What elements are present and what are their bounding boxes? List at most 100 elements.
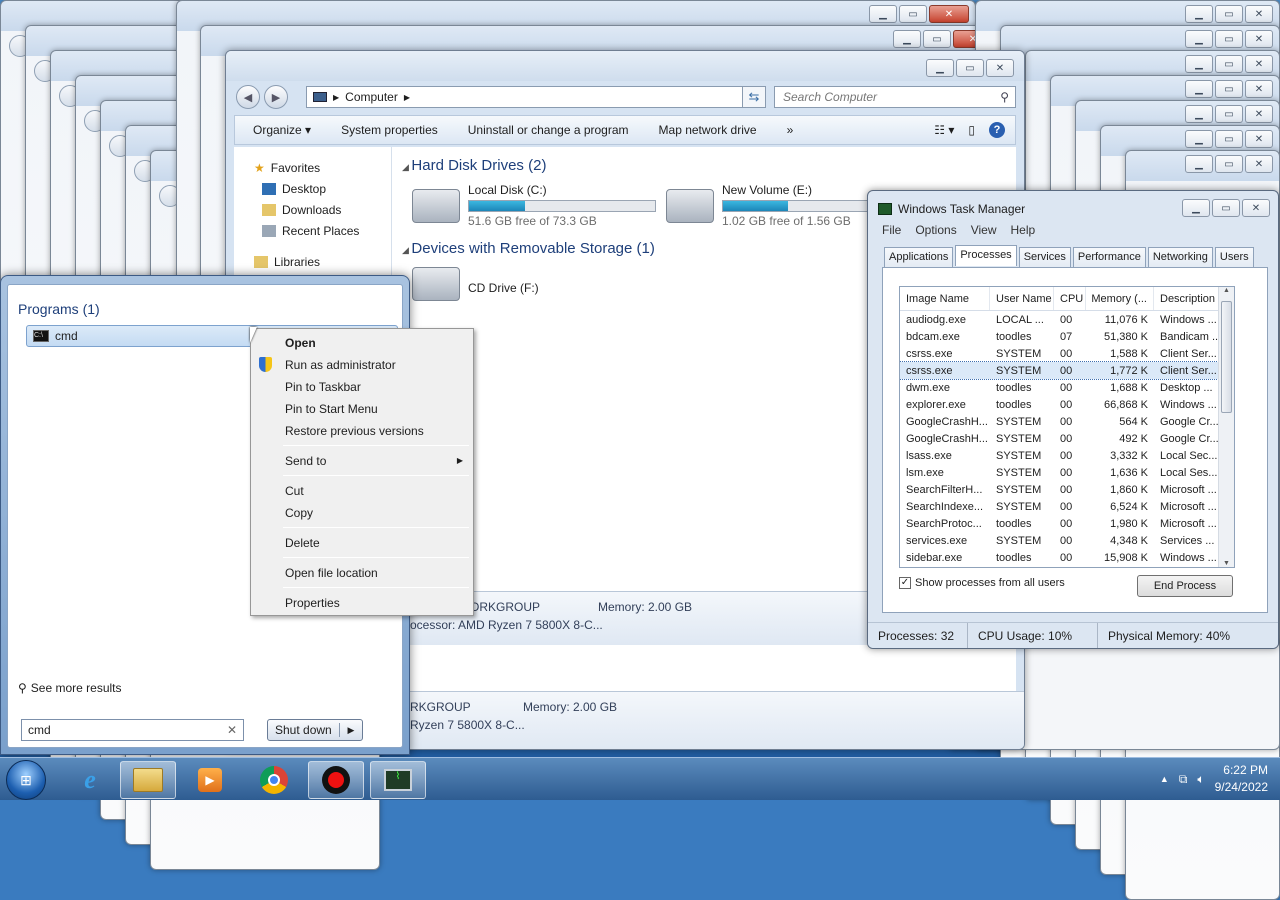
minimize-button[interactable]: ▁	[926, 59, 954, 77]
menu-item-delete[interactable]: Delete	[285, 534, 320, 552]
see-more-results-link[interactable]: ⚲ See more results	[18, 681, 122, 695]
menu-item-pin-start[interactable]: Pin to Start Menu	[285, 400, 378, 418]
menu-item-send-to[interactable]: Send to	[285, 452, 465, 470]
drive-local-disk-c[interactable]: Local Disk (C:) 51.6 GB free of 73.3 GB	[412, 183, 656, 228]
process-row[interactable]: SearchIndexe... SYSTEM 00 6,524 K Microsoft …	[900, 498, 1234, 515]
process-list-scrollbar[interactable]: ▲ ▼	[1218, 287, 1234, 567]
process-row[interactable]: csrss.exe SYSTEM 00 1,588 K Client Ser...	[900, 345, 1234, 362]
address-text[interactable]: Computer	[345, 90, 398, 104]
process-row[interactable]: dwm.exe toodles 00 1,688 K Desktop ...	[900, 379, 1234, 396]
process-list[interactable]: Image Name User Name CPU Memory (... Des…	[899, 286, 1235, 568]
tab-users[interactable]: Users	[1214, 247, 1254, 268]
menu-item-properties[interactable]: Properties	[285, 594, 340, 612]
process-row[interactable]: sidebar.exe toodles 00 15,908 K Windows ...	[900, 549, 1234, 566]
task-manager-window[interactable]: Windows Task Manager ▁ ▭ ✕ File Options …	[867, 190, 1279, 649]
scroll-down-icon[interactable]: ▼	[1219, 560, 1234, 567]
tab-processes[interactable]: Processes	[955, 245, 1017, 266]
scroll-thumb[interactable]	[1221, 301, 1232, 413]
menu-help[interactable]: Help	[1011, 223, 1036, 237]
tab-services[interactable]: Services	[1018, 247, 1071, 268]
shutdown-label[interactable]: Shut down	[268, 723, 340, 737]
minimize-button[interactable]: ▁	[1182, 199, 1210, 217]
address-bar[interactable]: ▶ Computer ▶	[306, 86, 766, 108]
close-button[interactable]: ✕	[1242, 199, 1270, 217]
menu-item-copy[interactable]: Copy	[285, 504, 313, 522]
group-hard-disk-drives[interactable]: ◢ Hard Disk Drives (2)	[402, 157, 546, 174]
taskbar-bandicam[interactable]	[308, 761, 364, 799]
help-icon[interactable]: ?	[989, 122, 1005, 138]
show-all-users-checkbox[interactable]: ✓ Show processes from all users	[899, 577, 1065, 589]
column-cpu[interactable]: CPU	[1054, 287, 1086, 310]
process-row[interactable]: GoogleCrashH... SYSTEM 00 492 K Google Cr...	[900, 430, 1234, 447]
maximize-button[interactable]: ▭	[956, 59, 984, 77]
back-button[interactable]: ◀	[236, 85, 260, 109]
column-user-name[interactable]: User Name	[990, 287, 1054, 310]
view-options-icon[interactable]: ☷ ▾	[934, 123, 954, 137]
tab-networking[interactable]: Networking	[1147, 247, 1213, 268]
explorer-titlebar[interactable]	[226, 51, 1024, 81]
nav-recent-places[interactable]: Recent Places	[254, 220, 391, 241]
taskbar-task-manager[interactable]: ⌇	[370, 761, 426, 799]
menu-view[interactable]: View	[971, 223, 997, 237]
menu-options[interactable]: Options	[915, 223, 956, 237]
refresh-button[interactable]: ⇆	[742, 86, 766, 108]
system-properties-button[interactable]: System properties	[341, 123, 438, 137]
process-row[interactable]: explorer.exe toodles 00 66,868 K Windows ...	[900, 396, 1234, 413]
process-row[interactable]: lsass.exe SYSTEM 00 3,332 K Local Sec...	[900, 447, 1234, 464]
taskbar-internet-explorer[interactable]: e	[62, 761, 118, 799]
drive-cd-f[interactable]: CD Drive (F:)	[412, 267, 539, 301]
menu-item-cut[interactable]: Cut	[285, 482, 304, 500]
search-input[interactable]: Search Computer ⚲	[774, 86, 1016, 108]
process-row[interactable]: audiodg.exe LOCAL ... 00 11,076 K Windows ..…	[900, 311, 1234, 328]
start-button[interactable]: ⊞	[6, 760, 46, 800]
forward-button[interactable]: ▶	[264, 85, 288, 109]
menu-item-run-as-admin[interactable]: Run as administrator	[285, 356, 396, 374]
start-search-input[interactable]: cmd ✕	[21, 719, 244, 741]
scroll-up-icon[interactable]: ▲	[1219, 287, 1234, 294]
map-network-drive-button[interactable]: Map network drive	[659, 123, 757, 137]
network-icon[interactable]: ⧉	[1179, 772, 1188, 787]
process-row[interactable]: bdcam.exe toodles 07 51,380 K Bandicam ...	[900, 328, 1234, 345]
more-commands-button[interactable]: »	[787, 123, 794, 137]
clock[interactable]: 6:22 PM 9/24/2022	[1215, 762, 1268, 796]
process-row[interactable]: GoogleCrashH... SYSTEM 00 564 K Google Cr...	[900, 413, 1234, 430]
process-row[interactable]: csrss.exe SYSTEM 00 1,772 K Client Ser...	[900, 361, 1234, 380]
tab-performance[interactable]: Performance	[1072, 247, 1146, 268]
process-row[interactable]: SearchFilterH... SYSTEM 00 1,860 K Microsoft…	[900, 481, 1234, 498]
column-description[interactable]: Description	[1154, 287, 1226, 310]
menu-item-restore-versions[interactable]: Restore previous versions	[285, 422, 424, 440]
process-row[interactable]: services.exe SYSTEM 00 4,348 K Services ...	[900, 532, 1234, 549]
column-memory[interactable]: Memory (...	[1086, 287, 1154, 310]
shutdown-options-arrow-icon[interactable]: ▶	[340, 725, 362, 736]
menu-item-open-file-location[interactable]: Open file location	[285, 564, 378, 582]
volume-icon[interactable]: 🔈︎	[1197, 772, 1204, 787]
menu-item-pin-taskbar[interactable]: Pin to Taskbar	[285, 378, 361, 396]
nav-libraries[interactable]: Libraries	[254, 251, 391, 272]
nav-downloads[interactable]: Downloads	[254, 199, 391, 220]
taskbar-windows-explorer[interactable]	[120, 761, 176, 799]
organize-button[interactable]: Organize ▾	[253, 123, 311, 137]
search-icon[interactable]: ⚲	[1000, 90, 1009, 104]
nav-favorites[interactable]: ★ Favorites	[254, 157, 391, 178]
menu-file[interactable]: File	[882, 223, 901, 237]
maximize-button[interactable]: ▭	[1212, 199, 1240, 217]
menu-item-open[interactable]: Open	[285, 334, 316, 352]
process-row[interactable]: SearchProtoc... toodles 00 1,980 K Microsoft…	[900, 515, 1234, 532]
taskbar-chrome[interactable]	[246, 761, 302, 799]
tab-applications[interactable]: Applications	[884, 247, 954, 268]
nav-desktop[interactable]: Desktop	[254, 178, 391, 199]
show-hidden-icons-icon[interactable]: ▲	[1160, 774, 1169, 784]
checkbox-checked-icon[interactable]: ✓	[899, 577, 911, 589]
shutdown-button[interactable]: Shut down ▶	[267, 719, 363, 741]
column-image-name[interactable]: Image Name	[900, 287, 990, 310]
group-removable-storage[interactable]: ◢ Devices with Removable Storage (1)	[402, 240, 655, 257]
close-button[interactable]: ✕	[986, 59, 1014, 77]
end-process-button[interactable]: End Process	[1137, 575, 1233, 597]
taskbar-media-player[interactable]: ▶	[182, 761, 238, 799]
process-cell: 00	[1060, 449, 1073, 462]
clear-search-icon[interactable]: ✕	[227, 723, 237, 737]
uninstall-button[interactable]: Uninstall or change a program	[468, 123, 629, 137]
process-row[interactable]: lsm.exe SYSTEM 00 1,636 K Local Ses...	[900, 464, 1234, 481]
preview-pane-icon[interactable]: ▯	[968, 123, 975, 137]
context-menu[interactable]: Open Run as administrator Pin to Taskbar…	[250, 328, 474, 616]
